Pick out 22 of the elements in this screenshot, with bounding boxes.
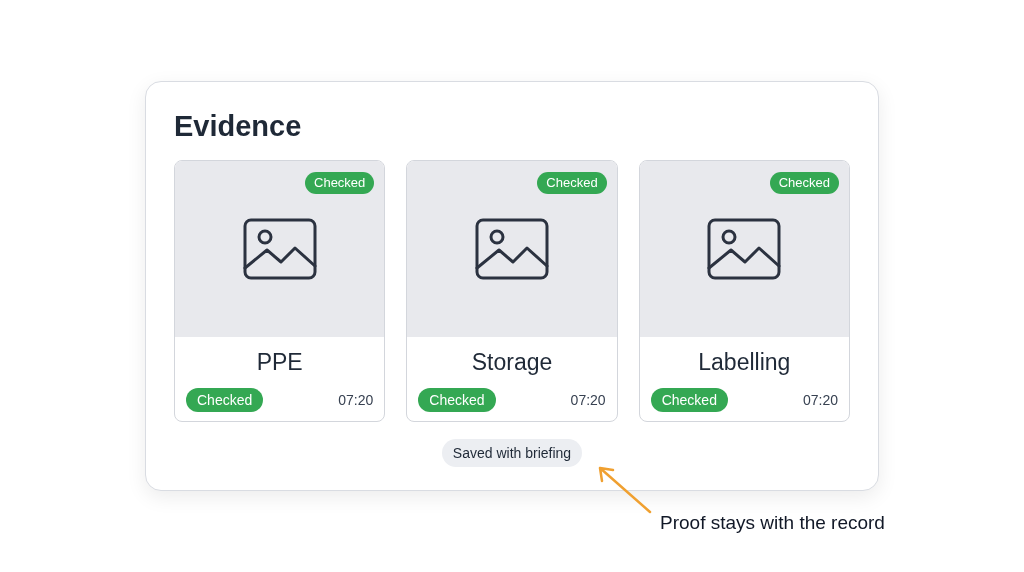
card-title: Evidence [174, 109, 302, 144]
status-badge: Checked [769, 172, 839, 194]
status-badge: Checked [305, 172, 375, 194]
tile-title: PPE [256, 348, 303, 377]
saved-chip: Saved with briefing [441, 439, 583, 467]
tile-title: Labelling [698, 348, 791, 377]
timestamp: 07:20 [338, 390, 374, 410]
annotation-text: Proof stays with the record [660, 511, 885, 535]
timestamp: 07:20 [802, 390, 838, 410]
annotation-arrow [596, 464, 654, 516]
image-icon [475, 218, 549, 280]
image-icon [242, 218, 317, 280]
status-badge: Checked [418, 388, 496, 412]
evidence-tile[interactable]: Checked Labelling Checked 07:20 [638, 160, 850, 422]
timestamp: 07:20 [570, 390, 606, 410]
status-badge: Checked [537, 172, 607, 194]
evidence-tile[interactable]: Checked Storage Checked 07:20 [406, 160, 618, 422]
tile-title: Storage [471, 348, 553, 377]
status-badge: Checked [186, 388, 264, 412]
status-badge: Checked [650, 388, 728, 412]
image-icon [707, 218, 782, 280]
evidence-tile[interactable]: Checked PPE Checked 07:20 [174, 160, 386, 422]
